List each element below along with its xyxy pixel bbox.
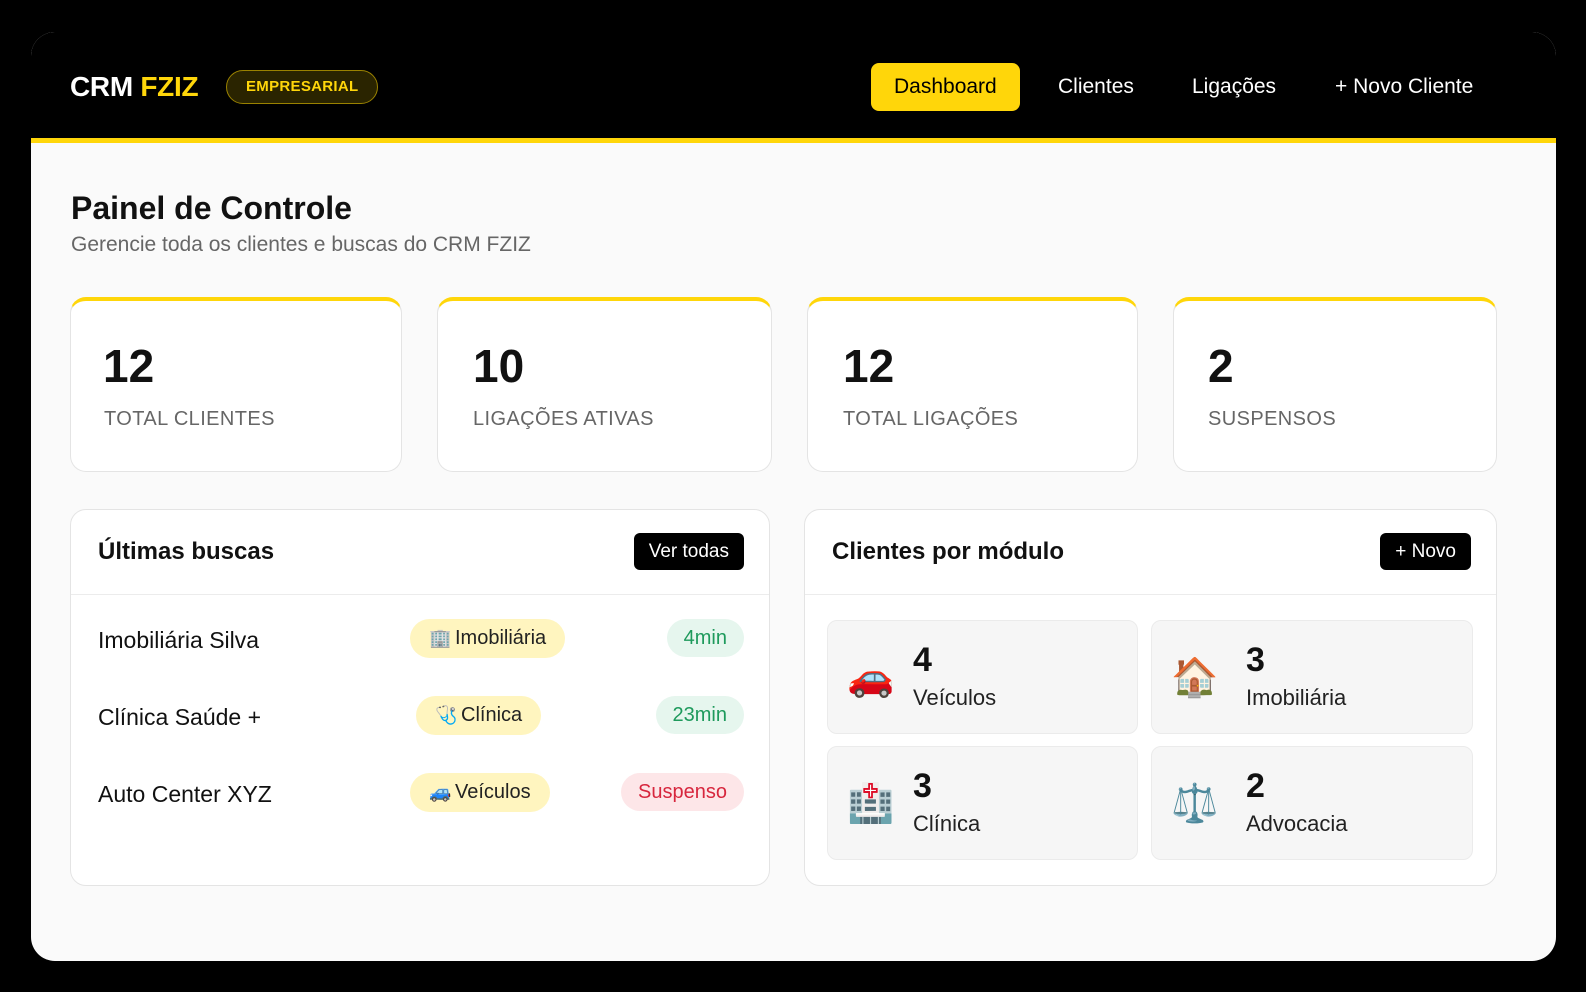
stat-card-suspensos: 2 SUSPENSOS [1173,297,1497,472]
car-icon: 🚗 [847,657,895,699]
stat-value: 2 [1208,340,1234,392]
module-card-imobiliaria[interactable]: 🏠 3 Imobiliária [1151,620,1473,734]
status-badge: Suspenso [621,773,744,811]
search-row[interactable]: Auto Center XYZ 🚙 Veículos Suspenso [71,773,769,817]
clients-by-module-panel: Clientes por módulo + Novo 🚗 4 Veículos … [804,509,1497,886]
stat-label: LIGAÇÕES ATIVAS [473,408,654,430]
stat-value: 10 [473,340,525,392]
search-row[interactable]: Imobiliária Silva 🏢 Imobiliária 4min [71,619,769,663]
page-title: Painel de Controle [71,190,352,226]
panel-header: Clientes por módulo + Novo [805,510,1496,595]
stat-label: TOTAL CLIENTES [104,408,275,430]
building-icon: 🏢 [429,628,452,648]
house-icon: 🏠 [1171,657,1219,699]
time-badge: 23min [655,696,744,734]
time-badge: 4min [666,619,744,657]
view-all-button[interactable]: Ver todas [633,533,744,570]
module-tag-label: Veículos [455,781,531,803]
module-tag: 🩺 Clínica [416,696,542,735]
client-name: Clínica Saúde + [98,704,262,730]
panel-title: Últimas buscas [98,538,275,565]
stat-card-total-clientes: 12 TOTAL CLIENTES [70,297,402,472]
top-navbar: CRM FZIZ EMPRESARIAL Dashboard Clientes … [31,32,1556,143]
module-tag-label: Imobiliária [455,627,547,649]
panel-title: Clientes por módulo [832,538,1065,565]
module-tag: 🚙 Veículos [410,773,550,812]
nav-novo-cliente[interactable]: + Novo Cliente [1335,63,1473,111]
car-icon: 🚙 [429,782,452,802]
module-label: Imobiliária [1246,685,1347,710]
stat-card-ligacoes-ativas: 10 LIGAÇÕES ATIVAS [437,297,772,472]
module-count: 4 [913,641,932,679]
module-label: Advocacia [1246,811,1348,836]
add-new-button[interactable]: + Novo [1380,533,1471,570]
module-count: 3 [1246,641,1265,679]
hospital-icon: 🏥 [847,783,895,825]
panel-header: Últimas buscas Ver todas [71,510,769,595]
stethoscope-icon: 🩺 [435,705,458,725]
module-tag-label: Clínica [461,704,523,726]
module-label: Clínica [913,811,981,836]
recent-searches-panel: Últimas buscas Ver todas Imobiliária Sil… [70,509,770,886]
nav-dashboard[interactable]: Dashboard [871,63,1020,111]
nav-clientes[interactable]: Clientes [1058,63,1134,111]
module-label: Veículos [913,685,997,710]
module-tag: 🏢 Imobiliária [410,619,566,658]
stat-value: 12 [843,340,895,392]
stat-label: TOTAL LIGAÇÕES [843,408,1019,430]
nav-ligacoes[interactable]: Ligações [1192,63,1276,111]
app-window: CRM FZIZ EMPRESARIAL Dashboard Clientes … [31,32,1556,961]
module-card-advocacia[interactable]: ⚖️ 2 Advocacia [1151,746,1473,860]
stat-label: SUSPENSOS [1208,408,1337,430]
scales-icon: ⚖️ [1171,783,1219,825]
module-card-veiculos[interactable]: 🚗 4 Veículos [827,620,1138,734]
search-row[interactable]: Clínica Saúde + 🩺 Clínica 23min [71,696,769,740]
client-name: Auto Center XYZ [98,781,272,807]
module-card-clinica[interactable]: 🏥 3 Clínica [827,746,1138,860]
client-name: Imobiliária Silva [98,627,260,653]
main-nav: Dashboard Clientes Ligações + Novo Clien… [31,63,1556,111]
module-count: 2 [1246,767,1265,805]
module-count: 3 [913,767,932,805]
stat-card-total-ligacoes: 12 TOTAL LIGAÇÕES [807,297,1138,472]
stat-value: 12 [103,340,155,392]
page-subtitle: Gerencie toda os clientes e buscas do CR… [71,233,531,256]
